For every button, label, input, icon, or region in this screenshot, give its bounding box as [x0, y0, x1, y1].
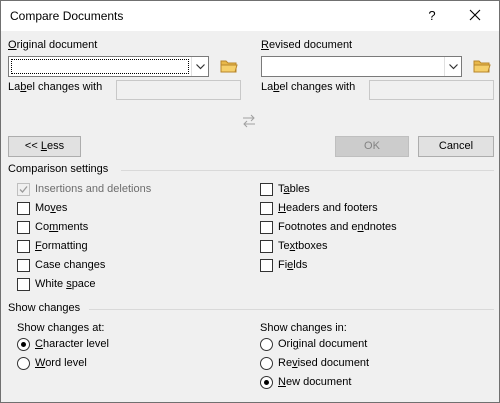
revised-document-combo[interactable] — [261, 56, 462, 77]
radio-circle[interactable] — [260, 376, 273, 389]
close-icon — [469, 9, 481, 21]
browse-folder-icon[interactable] — [220, 58, 238, 74]
radio-circle[interactable] — [17, 357, 30, 370]
radio-circle[interactable] — [260, 338, 273, 351]
checkbox-box[interactable] — [260, 202, 273, 215]
option-label: Case changes — [35, 259, 106, 271]
window-title: Compare Documents — [10, 9, 124, 23]
option-label: Revised document — [278, 357, 370, 369]
checkmark-icon — [19, 186, 28, 193]
option-label: Word level — [35, 357, 87, 369]
option-label: Headers and footers — [278, 202, 378, 214]
option-label: Textboxes — [278, 240, 328, 252]
option-label: Tables — [278, 183, 310, 195]
option-label: New document — [278, 376, 352, 388]
checkbox-box[interactable] — [260, 259, 273, 272]
title-bar: Compare Documents ? — [1, 1, 499, 31]
cancel-button[interactable]: Cancel — [418, 136, 494, 157]
compare-documents-dialog: Compare Documents ? Original document La… — [0, 0, 500, 403]
less-button[interactable]: << Less — [8, 136, 81, 157]
revised-dropdown-button[interactable] — [444, 57, 461, 76]
option-label: Moves — [35, 202, 68, 214]
original-dropdown-button[interactable] — [191, 57, 208, 76]
comparison-settings-separator — [121, 170, 494, 171]
show-changes-title: Show changes — [8, 302, 81, 314]
chevron-down-icon — [449, 64, 458, 70]
option-label: Character level — [35, 338, 109, 350]
checkbox-box[interactable] — [260, 183, 273, 196]
checkbox-box[interactable] — [17, 221, 30, 234]
option-label: Insertions and deletions — [35, 183, 152, 195]
chevron-down-icon — [196, 64, 205, 70]
checkbox-box[interactable] — [260, 240, 273, 253]
original-label-changes-label: Label changes with — [8, 81, 103, 93]
radio-circle[interactable] — [17, 338, 30, 351]
option-label: Footnotes and endnotes — [278, 221, 397, 233]
checkbox-box — [17, 183, 30, 196]
option-label: White space — [35, 278, 96, 290]
checkbox-box[interactable] — [17, 278, 30, 291]
option-label: Comments — [35, 221, 89, 233]
original-document-label: Original document — [8, 39, 98, 51]
option-label: Original document — [278, 338, 368, 350]
original-document-value — [11, 59, 189, 74]
show-changes-separator — [89, 309, 494, 310]
checkbox-box[interactable] — [260, 221, 273, 234]
show-changes-in-label: Show changes in: — [260, 322, 347, 334]
revised-document-label: Revised document — [261, 39, 353, 51]
swap-arrows-icon[interactable] — [242, 114, 256, 128]
option-label: Fields — [278, 259, 308, 271]
option-label: Formatting — [35, 240, 88, 252]
radio-selected-dot — [264, 380, 269, 385]
help-button[interactable]: ? — [411, 1, 453, 31]
checkbox-box[interactable] — [17, 202, 30, 215]
original-document-combo[interactable] — [8, 56, 209, 77]
checkbox-box[interactable] — [17, 259, 30, 272]
close-button[interactable] — [453, 1, 499, 31]
comparison-settings-title: Comparison settings — [8, 163, 109, 175]
revised-label-changes-input[interactable] — [369, 80, 494, 100]
show-changes-at-label: Show changes at: — [17, 322, 105, 334]
original-label-changes-input[interactable] — [116, 80, 241, 100]
radio-selected-dot — [21, 342, 26, 347]
browse-folder-icon[interactable] — [473, 58, 491, 74]
ok-button[interactable]: OK — [335, 136, 409, 157]
checkbox-box[interactable] — [17, 240, 30, 253]
revised-label-changes-label: Label changes with — [261, 81, 356, 93]
radio-circle[interactable] — [260, 357, 273, 370]
